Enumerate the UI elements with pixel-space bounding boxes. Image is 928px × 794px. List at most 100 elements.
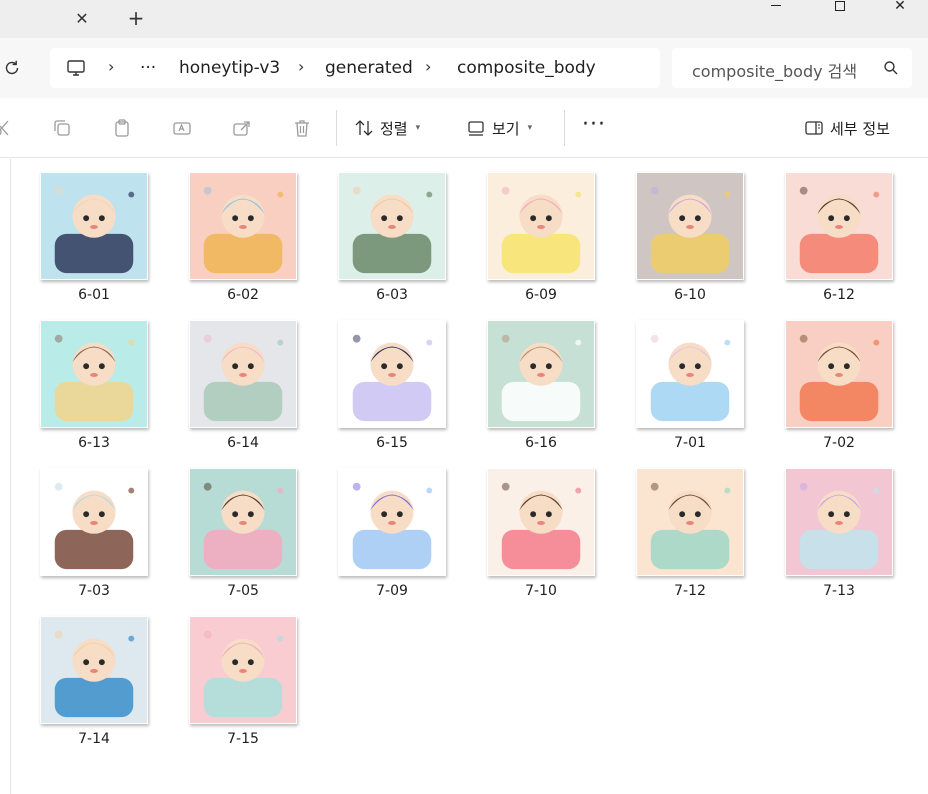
new-tab-button[interactable]: + (122, 4, 150, 32)
image-thumbnail[interactable] (487, 320, 595, 428)
more-options-button[interactable]: ··· (582, 112, 606, 137)
chevron-down-icon: ▾ (527, 123, 533, 133)
file-name: 7-09 (376, 583, 408, 599)
file-name: 7-15 (227, 731, 259, 747)
details-pane-button[interactable]: 세부 정보 (804, 115, 890, 141)
file-name: 7-13 (823, 583, 855, 599)
this-pc-icon[interactable] (66, 58, 86, 78)
image-thumbnail[interactable] (785, 172, 893, 280)
file-item[interactable]: 6-10 (596, 159, 744, 307)
maximize-button[interactable] (812, 0, 868, 18)
file-item[interactable]: 6-16 (447, 307, 595, 455)
delete-icon[interactable] (292, 118, 312, 138)
file-item[interactable]: 7-03 (0, 455, 148, 603)
details-pane-icon (805, 121, 823, 135)
maximize-icon (835, 1, 845, 11)
breadcrumb-chevron-icon[interactable]: › (298, 57, 304, 76)
address-bar[interactable]: › ··· honeytip-v3 › generated › composit… (50, 48, 660, 88)
file-name: 6-15 (376, 435, 408, 451)
copy-icon[interactable] (52, 118, 72, 138)
file-name: 7-02 (823, 435, 855, 451)
breadcrumb-honeytip-v3[interactable]: honeytip-v3 (179, 58, 280, 78)
breadcrumb-chevron-icon[interactable]: › (425, 57, 431, 76)
image-thumbnail[interactable] (338, 320, 446, 428)
minimize-button[interactable] (748, 0, 804, 18)
file-item[interactable]: 7-01 (596, 307, 744, 455)
image-thumbnail[interactable] (338, 468, 446, 576)
breadcrumb-generated[interactable]: generated (325, 58, 413, 78)
view-icon (468, 121, 484, 136)
image-thumbnail[interactable] (487, 468, 595, 576)
share-icon[interactable] (232, 118, 252, 138)
chevron-down-icon: ▾ (415, 123, 421, 133)
image-thumbnail[interactable] (40, 172, 148, 280)
image-thumbnail[interactable] (40, 320, 148, 428)
image-thumbnail[interactable] (487, 172, 595, 280)
file-item[interactable]: 7-02 (745, 307, 893, 455)
file-name: 7-05 (227, 583, 259, 599)
file-name: 6-16 (525, 435, 557, 451)
file-item[interactable]: 6-13 (0, 307, 148, 455)
file-name: 6-02 (227, 287, 259, 303)
view-label: 보기 (492, 119, 520, 138)
file-item[interactable]: 6-09 (447, 159, 595, 307)
close-window-button[interactable]: ✕ (872, 0, 928, 18)
tab-close-icon[interactable]: ✕ (68, 4, 96, 32)
file-item[interactable]: 6-02 (149, 159, 297, 307)
file-name: 7-03 (78, 583, 110, 599)
minimize-icon (771, 4, 781, 6)
image-thumbnail[interactable] (40, 468, 148, 576)
file-name: 6-01 (78, 287, 110, 303)
file-view: 6-01 6-02 6-03 6-09 6-10 6-12 6-13 6-14 6-15 6-16… (0, 159, 928, 794)
image-thumbnail[interactable] (785, 320, 893, 428)
details-label: 세부 정보 (830, 119, 890, 138)
file-item[interactable]: 6-14 (149, 307, 297, 455)
image-thumbnail[interactable] (189, 468, 297, 576)
address-row: › ··· honeytip-v3 › generated › composit… (0, 38, 928, 98)
file-name: 7-12 (674, 583, 706, 599)
file-name: 7-10 (525, 583, 557, 599)
file-name: 6-12 (823, 287, 855, 303)
toolbar-divider (564, 110, 565, 146)
file-item[interactable]: 7-05 (149, 455, 297, 603)
rename-icon[interactable] (172, 118, 192, 138)
image-thumbnail[interactable] (785, 468, 893, 576)
close-icon: ✕ (894, 0, 906, 14)
image-thumbnail[interactable] (189, 172, 297, 280)
file-item[interactable]: 7-09 (298, 455, 446, 603)
file-name: 6-03 (376, 287, 408, 303)
image-thumbnail[interactable] (40, 616, 148, 724)
search-icon[interactable] (883, 60, 899, 76)
file-item[interactable]: 7-14 (0, 603, 148, 751)
tab-strip: ✕ + ✕ (0, 0, 928, 38)
file-item[interactable]: 6-03 (298, 159, 446, 307)
sort-button[interactable]: 정렬 ▾ (354, 115, 420, 141)
refresh-icon[interactable] (0, 54, 24, 82)
image-thumbnail[interactable] (636, 172, 744, 280)
file-item[interactable]: 7-10 (447, 455, 595, 603)
file-name: 6-09 (525, 287, 557, 303)
file-name: 6-13 (78, 435, 110, 451)
file-name: 7-14 (78, 731, 110, 747)
breadcrumb-chevron-icon[interactable]: › (108, 57, 114, 76)
paste-icon[interactable] (112, 118, 132, 138)
file-item[interactable]: 7-13 (745, 455, 893, 603)
image-thumbnail[interactable] (189, 320, 297, 428)
command-bar: 정렬 ▾ 보기 ▾ ··· 세부 정보 (0, 98, 928, 158)
search-box[interactable]: composite_body 검색 (672, 48, 912, 88)
file-item[interactable]: 6-01 (0, 159, 148, 307)
image-thumbnail[interactable] (189, 616, 297, 724)
breadcrumb-ellipsis[interactable]: ··· (140, 58, 156, 78)
image-thumbnail[interactable] (636, 320, 744, 428)
view-button[interactable]: 보기 ▾ (466, 115, 532, 141)
image-thumbnail[interactable] (338, 172, 446, 280)
file-name: 6-14 (227, 435, 259, 451)
search-input[interactable]: composite_body 검색 (692, 58, 857, 82)
file-item[interactable]: 6-15 (298, 307, 446, 455)
image-thumbnail[interactable] (636, 468, 744, 576)
file-item[interactable]: 6-12 (745, 159, 893, 307)
file-item[interactable]: 7-12 (596, 455, 744, 603)
file-item[interactable]: 7-15 (149, 603, 297, 751)
breadcrumb-composite-body[interactable]: composite_body (457, 58, 596, 78)
cut-icon[interactable] (0, 118, 12, 138)
